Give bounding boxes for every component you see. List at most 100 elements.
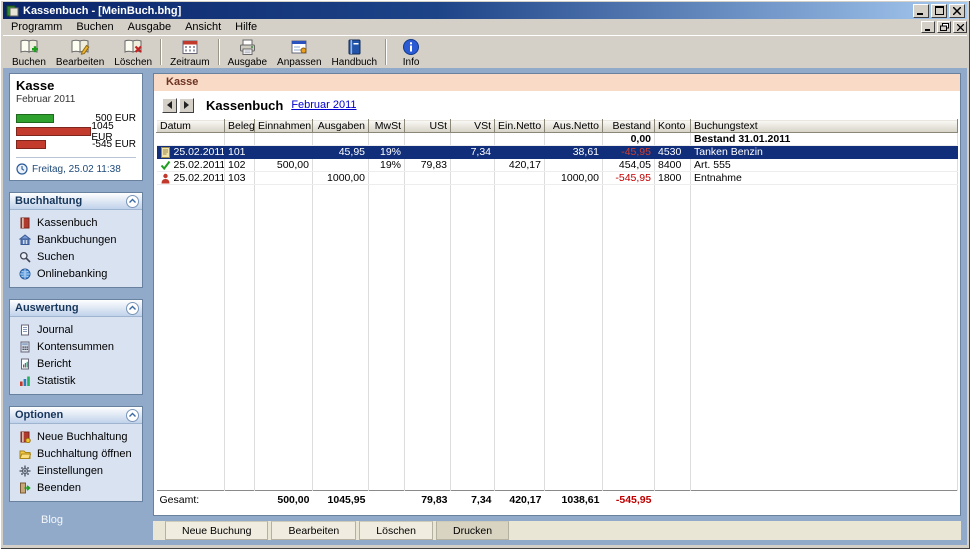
sidebar-item-kontensummen[interactable]: Kontensummen — [12, 338, 140, 355]
toolbar-info-button[interactable]: Info — [390, 37, 432, 68]
toolbar-loeschen-button[interactable]: Löschen — [109, 37, 157, 68]
chevron-up-icon[interactable] — [126, 194, 139, 208]
toolbar-bearbeiten-button[interactable]: Bearbeiten — [51, 37, 109, 68]
toolbar-zeitraum-button[interactable]: Zeitraum — [165, 37, 214, 68]
chevron-up-icon[interactable] — [126, 408, 139, 422]
column-header-beleg[interactable]: Beleg — [224, 119, 255, 133]
section-auswertung-header[interactable]: Auswertung — [10, 300, 142, 317]
section-optionen: Optionen Neue Buchhaltung Buchhaltung öf… — [9, 406, 143, 502]
cell-ein-netto — [494, 145, 545, 159]
titlebar[interactable]: Kassenbuch - [MeinBuch.bhg] — [3, 2, 967, 19]
blog-link[interactable]: Blog — [9, 514, 143, 526]
balance-bar-row: -545 EUR — [16, 138, 136, 151]
sidebar-item-bericht[interactable]: Bericht — [12, 355, 140, 372]
table-row[interactable]: 25.02.2011 102 500,00 19% 79,83 420,17 4… — [156, 158, 958, 172]
cell-ausgaben: 45,95 — [312, 145, 369, 159]
column-header-konto[interactable]: Konto — [654, 119, 691, 133]
menu-hilfe[interactable]: Hilfe — [228, 20, 264, 34]
mdi-restore-button[interactable] — [937, 21, 951, 33]
sidebar-item-label: Kassenbuch — [37, 216, 98, 229]
kasse-summary-panel: Kasse Februar 2011 500 EUR 1045 EUR -545… — [9, 73, 143, 181]
bank-icon — [19, 233, 31, 246]
toolbar-anpassen-button[interactable]: Anpassen — [272, 37, 326, 68]
totals-einnahmen: 500,00 — [254, 489, 313, 507]
customize-icon — [290, 38, 308, 57]
neue-buchung-button[interactable]: Neue Buchung — [165, 521, 269, 540]
sidebar-item-bankbuchungen[interactable]: Bankbuchungen — [12, 231, 140, 248]
chart-icon — [19, 375, 31, 387]
sidebar-item-neue-buchhaltung[interactable]: Neue Buchhaltung — [12, 428, 140, 445]
column-header-datum[interactable]: Datum — [156, 119, 225, 133]
toolbar-buchen-button[interactable]: Buchen — [7, 37, 51, 68]
column-header-buchungstext[interactable]: Buchungstext — [690, 119, 958, 133]
column-header-ust[interactable]: USt — [404, 119, 451, 133]
sidebar-item-onlinebanking[interactable]: Onlinebanking — [12, 265, 140, 282]
totals-ausgaben: 1045,95 — [312, 489, 369, 507]
sidebar-item-buchhaltung-oeffnen[interactable]: Buchhaltung öffnen — [12, 445, 140, 462]
opening-bestand: 0,00 — [602, 132, 655, 146]
minimize-button[interactable] — [913, 3, 929, 18]
cell-aus-netto — [544, 158, 603, 172]
table-filler-row — [156, 184, 958, 490]
cell-einnahmen — [254, 145, 313, 159]
toolbar-handbuch-button[interactable]: Handbuch — [327, 37, 383, 68]
search-icon — [19, 251, 31, 263]
totals-mwst — [368, 489, 405, 507]
cell-aus-netto: 1000,00 — [544, 171, 603, 185]
column-header-bestand[interactable]: Bestand — [602, 119, 655, 133]
column-header-vst[interactable]: VSt — [450, 119, 495, 133]
sidebar-item-beenden[interactable]: Beenden — [12, 479, 140, 496]
close-button[interactable] — [949, 3, 965, 18]
column-header-aus-netto[interactable]: Aus.Netto — [544, 119, 603, 133]
totals-ein-netto: 420,17 — [494, 489, 545, 507]
section-auswertung-items: Journal Kontensummen Bericht Statistik — [10, 317, 142, 394]
column-header-ausgaben[interactable]: Ausgaben — [312, 119, 369, 133]
column-header-einnahmen[interactable]: Einnahmen — [254, 119, 313, 133]
main-area: Kasse Kassenbuch Februar 2011 Datum Bele… — [153, 73, 961, 540]
menu-ansicht[interactable]: Ansicht — [178, 20, 228, 34]
section-optionen-title: Optionen — [15, 409, 64, 421]
cell-vst — [450, 171, 495, 185]
cell-mwst: 19% — [368, 158, 405, 172]
sidebar-item-einstellungen[interactable]: Einstellungen — [12, 462, 140, 479]
section-auswertung: Auswertung Journal Kontensummen Bericht — [9, 299, 143, 395]
sidebar-item-statistik[interactable]: Statistik — [12, 372, 140, 389]
sidebar-item-kassenbuch[interactable]: Kassenbuch — [12, 214, 140, 231]
section-buchhaltung: Buchhaltung Kassenbuch Bankbuchungen Suc… — [9, 192, 143, 288]
period-link[interactable]: Februar 2011 — [291, 99, 356, 111]
report-icon — [19, 358, 31, 370]
app-icon — [6, 4, 19, 17]
bearbeiten-button[interactable]: Bearbeiten — [271, 521, 357, 540]
sidebar-item-suchen[interactable]: Suchen — [12, 248, 140, 265]
mdi-minimize-button[interactable] — [921, 21, 935, 33]
toolbar-ausgabe-button[interactable]: Ausgabe — [223, 37, 272, 68]
toolbar-loeschen-label: Löschen — [114, 56, 153, 68]
section-optionen-items: Neue Buchhaltung Buchhaltung öffnen Eins… — [10, 424, 142, 501]
chevron-up-icon[interactable] — [126, 301, 139, 315]
previous-period-button[interactable] — [162, 97, 177, 113]
drucken-button[interactable]: Drucken — [435, 521, 510, 540]
toolbar-separator — [385, 39, 388, 65]
next-period-button[interactable] — [179, 97, 194, 113]
menu-programm[interactable]: Programm — [4, 20, 69, 34]
mdi-close-button[interactable] — [953, 21, 967, 33]
cell-beleg: 103 — [224, 171, 255, 185]
maximize-button[interactable] — [931, 3, 947, 18]
table-row[interactable]: 25.02.2011 103 1000,00 1000,00 -545,95 1… — [156, 171, 958, 185]
cell-beleg: 102 — [224, 158, 255, 172]
section-buchhaltung-header[interactable]: Buchhaltung — [10, 193, 142, 210]
menu-ausgabe[interactable]: Ausgabe — [121, 20, 178, 34]
cell-vst: 7,34 — [450, 145, 495, 159]
sidebar-item-journal[interactable]: Journal — [12, 321, 140, 338]
datetime-row: Freitag, 25.02 11:38 — [16, 163, 136, 175]
column-header-ein-netto[interactable]: Ein.Netto — [494, 119, 545, 133]
table-row-selected[interactable]: 25.02.2011 101 45,95 19% 7,34 38,61 -45,… — [156, 145, 958, 159]
main-panel: Kasse Kassenbuch Februar 2011 Datum Bele… — [153, 73, 961, 516]
cell-beleg: 101 — [224, 145, 255, 159]
menu-buchen[interactable]: Buchen — [69, 20, 120, 34]
section-buchhaltung-title: Buchhaltung — [15, 195, 83, 207]
loeschen-button[interactable]: Löschen — [359, 521, 433, 540]
section-optionen-header[interactable]: Optionen — [10, 407, 142, 424]
column-header-mwst[interactable]: MwSt — [368, 119, 405, 133]
cell-datum: 25.02.2011 — [173, 146, 225, 158]
